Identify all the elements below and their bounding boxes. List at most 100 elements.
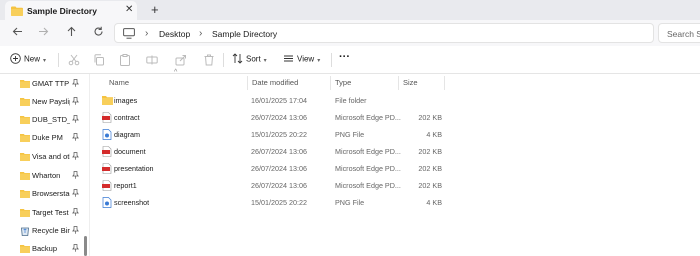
sidebar-item-recycle-bin[interactable]: Recycle Bin bbox=[0, 223, 86, 239]
sidebar-item-target-test[interactable]: Target Test Pr bbox=[0, 205, 86, 221]
sidebar-item-gmat-ttp[interactable]: GMAT TTP bbox=[0, 76, 86, 92]
sidebar-item-browserstack[interactable]: Browserstack bbox=[0, 186, 86, 202]
file-row-document[interactable]: document 26/07/2024 13:06 Microsoft Edge… bbox=[92, 143, 452, 160]
file-name: report1 bbox=[114, 181, 137, 190]
file-size: 4 KB bbox=[426, 130, 442, 139]
file-type: Microsoft Edge PD... bbox=[335, 181, 401, 190]
breadcrumb-sample-directory[interactable]: Sample Directory bbox=[212, 29, 277, 39]
tab-title: Sample Directory bbox=[27, 6, 97, 16]
pdf-icon bbox=[102, 112, 112, 125]
address-bar[interactable]: › Desktop › Sample Directory bbox=[114, 23, 654, 43]
pin-icon[interactable] bbox=[72, 171, 79, 181]
file-size: 202 KB bbox=[418, 147, 442, 156]
up-arrow-icon[interactable] bbox=[66, 26, 77, 40]
forward-arrow-icon[interactable] bbox=[38, 26, 49, 40]
view-button[interactable]: View ▾ bbox=[283, 53, 320, 66]
file-row-contract[interactable]: contract 26/07/2024 13:06 Microsoft Edge… bbox=[92, 109, 452, 126]
column-divider[interactable] bbox=[330, 76, 331, 90]
navigation-pane: GMAT TTP New Payslips DUB_STD_03 Duke PM… bbox=[0, 74, 90, 256]
pin-icon[interactable] bbox=[72, 226, 79, 236]
delete-icon[interactable] bbox=[203, 54, 215, 66]
file-name: document bbox=[114, 147, 146, 156]
cut-icon[interactable] bbox=[68, 54, 80, 66]
pin-icon[interactable] bbox=[72, 79, 79, 89]
command-bar: New ▾ Sort ▾ View ▾ ··· bbox=[0, 46, 700, 74]
new-button[interactable]: New ▾ bbox=[10, 53, 46, 66]
sidebar-item-label: Visa and other bbox=[32, 152, 70, 161]
sidebar-item-label: Wharton bbox=[32, 171, 61, 180]
pin-icon[interactable] bbox=[72, 208, 79, 218]
view-list-icon bbox=[283, 53, 294, 66]
file-date: 26/07/2024 13:06 bbox=[251, 113, 307, 122]
file-name: diagram bbox=[114, 130, 140, 139]
navigation-bar: › Desktop › Sample Directory Search Sa bbox=[0, 20, 700, 46]
column-header-name[interactable]: Name bbox=[109, 78, 129, 87]
pin-icon[interactable] bbox=[72, 97, 79, 107]
divider bbox=[331, 53, 332, 67]
file-row-presentation[interactable]: presentation 26/07/2024 13:06 Microsoft … bbox=[92, 160, 452, 177]
tab-sample-directory[interactable]: Sample Directory ✕ bbox=[5, 1, 137, 20]
folder-icon bbox=[20, 244, 30, 255]
refresh-icon[interactable] bbox=[93, 26, 104, 40]
file-name: screenshot bbox=[114, 198, 150, 207]
sidebar-item-label: Duke PM bbox=[32, 133, 63, 142]
more-options-button[interactable]: ··· bbox=[339, 51, 350, 63]
new-tab-button[interactable]: + bbox=[151, 2, 159, 17]
png-icon bbox=[102, 197, 112, 210]
folder-icon bbox=[20, 189, 30, 200]
sidebar-scrollbar[interactable] bbox=[84, 236, 87, 256]
sidebar-item-label: Browserstack bbox=[32, 189, 70, 198]
back-arrow-icon[interactable] bbox=[12, 26, 23, 40]
pin-icon[interactable] bbox=[72, 189, 79, 199]
rename-icon[interactable] bbox=[146, 54, 158, 66]
column-header-size[interactable]: Size bbox=[403, 78, 418, 87]
file-type: Microsoft Edge PD... bbox=[335, 164, 401, 173]
pin-icon[interactable] bbox=[72, 115, 79, 125]
sidebar-item-visa-and-other[interactable]: Visa and other bbox=[0, 149, 86, 165]
sidebar-item-dub-std-03[interactable]: DUB_STD_03 bbox=[0, 112, 86, 128]
file-date: 26/07/2024 13:06 bbox=[251, 181, 307, 190]
chevron-down-icon: ▾ bbox=[317, 57, 321, 64]
chevron-right-icon[interactable]: › bbox=[145, 28, 148, 39]
title-bar: Sample Directory ✕ + bbox=[0, 0, 700, 20]
pin-icon[interactable] bbox=[72, 244, 79, 254]
file-date: 15/01/2025 20:22 bbox=[251, 198, 307, 207]
file-row-screenshot[interactable]: screenshot 15/01/2025 20:22 PNG File 4 K… bbox=[92, 194, 452, 211]
share-icon[interactable] bbox=[175, 54, 187, 66]
computer-icon[interactable] bbox=[123, 28, 135, 41]
sidebar-item-wharton[interactable]: Wharton bbox=[0, 168, 86, 184]
sort-button[interactable]: Sort ▾ bbox=[232, 53, 267, 66]
pin-icon[interactable] bbox=[72, 133, 79, 143]
file-date: 26/07/2024 13:06 bbox=[251, 147, 307, 156]
sort-icon bbox=[232, 53, 243, 66]
folder-icon bbox=[20, 97, 30, 108]
column-divider[interactable] bbox=[247, 76, 248, 90]
sidebar-item-label: GMAT TTP bbox=[32, 79, 70, 88]
file-type: File folder bbox=[335, 96, 367, 105]
paste-icon[interactable] bbox=[119, 54, 131, 66]
chevron-right-icon[interactable]: › bbox=[199, 28, 202, 39]
folder-icon bbox=[20, 171, 30, 182]
sidebar-item-duke-pm[interactable]: Duke PM bbox=[0, 130, 86, 146]
search-input[interactable]: Search Sa bbox=[658, 23, 700, 43]
column-divider[interactable] bbox=[444, 76, 445, 90]
copy-icon[interactable] bbox=[93, 54, 105, 66]
plus-circle-icon bbox=[10, 53, 21, 66]
file-type: PNG File bbox=[335, 198, 365, 207]
breadcrumb-desktop[interactable]: Desktop bbox=[159, 29, 190, 39]
file-row-report1[interactable]: report1 26/07/2024 13:06 Microsoft Edge … bbox=[92, 177, 452, 194]
sidebar-item-backup[interactable]: Backup bbox=[0, 241, 86, 256]
pdf-icon bbox=[102, 146, 112, 159]
file-name: presentation bbox=[114, 164, 154, 173]
column-divider[interactable] bbox=[398, 76, 399, 90]
sidebar-item-new-payslips[interactable]: New Payslips bbox=[0, 94, 86, 110]
close-tab-icon[interactable]: ✕ bbox=[125, 4, 133, 15]
recycle-bin-icon bbox=[20, 226, 30, 238]
column-header-type[interactable]: Type bbox=[335, 78, 351, 87]
file-row-images[interactable]: images 16/01/2025 17:04 File folder bbox=[92, 92, 452, 109]
folder-icon bbox=[20, 133, 30, 144]
column-header-date[interactable]: Date modified bbox=[252, 78, 298, 87]
pin-icon[interactable] bbox=[72, 152, 79, 162]
file-type: Microsoft Edge PD... bbox=[335, 147, 401, 156]
file-row-diagram[interactable]: diagram 15/01/2025 20:22 PNG File 4 KB bbox=[92, 126, 452, 143]
